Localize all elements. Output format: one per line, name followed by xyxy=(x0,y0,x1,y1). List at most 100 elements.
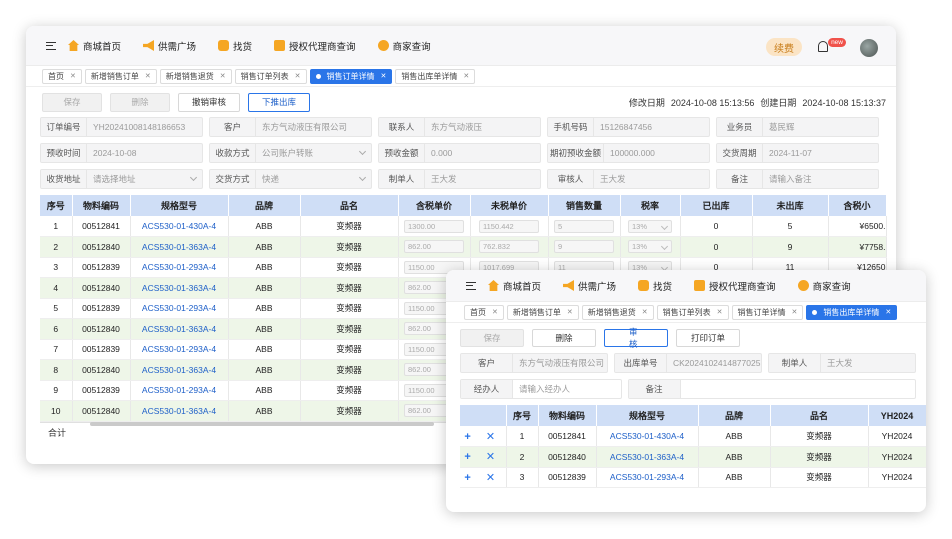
column-header: 品牌 xyxy=(228,195,301,216)
add-remove-icons[interactable]: + ✕ xyxy=(464,451,501,463)
column-header: 品名 xyxy=(770,405,869,426)
shipping-address-select[interactable]: 收货地址 请选择地址 xyxy=(40,169,203,189)
order-number-field[interactable]: 订单编号 YH20241008148186653 xyxy=(40,117,203,137)
salesperson-field[interactable]: 业务员 葛民辉 xyxy=(716,117,879,137)
column-header: 销售数量 xyxy=(548,195,621,216)
new-badge: new xyxy=(828,38,846,47)
chevron-down-icon xyxy=(189,173,198,182)
price-input[interactable]: 1150.442 xyxy=(470,216,549,237)
price-input[interactable]: 762.832 xyxy=(470,236,549,258)
close-icon[interactable]: ✕ xyxy=(792,308,798,316)
table-row[interactable]: + ✕ 2 00512840 ACS530-01-363A-4 ABB 变频器 YH2024 xyxy=(460,446,926,468)
delete-button[interactable]: 删除 xyxy=(110,92,170,112)
tab-home[interactable]: 首页 ✕ xyxy=(42,68,82,84)
table-row[interactable]: 1 00512841 ACS530-01-430A-4 ABB 变频器 1300.00 11… xyxy=(40,216,887,237)
table-cell: 8 xyxy=(40,359,73,381)
renew-button[interactable]: 续费 xyxy=(766,38,802,56)
horizontal-scrollbar[interactable] xyxy=(90,422,434,426)
tab-sales-order-list[interactable]: 销售订单列表 ✕ xyxy=(234,68,307,84)
close-icon[interactable]: ✕ xyxy=(492,308,498,316)
table-row[interactable]: 2 00512840 ACS530-01-363A-4 ABB 变频器 862.00 762… xyxy=(40,236,887,258)
save-button[interactable]: 保存 xyxy=(460,329,524,347)
table-cell: 变频器 xyxy=(300,298,399,319)
close-icon[interactable]: ✕ xyxy=(567,308,573,316)
tab-home[interactable]: 首页 ✕ xyxy=(464,304,504,320)
undo-review-button[interactable]: 撤销审核 xyxy=(178,92,240,112)
table-row[interactable]: + ✕ 1 00512841 ACS530-01-430A-4 ABB 变频器 YH2024 xyxy=(460,426,926,447)
nav-item-merchant-query[interactable]: 商家查询 xyxy=(377,39,431,53)
nav-item-merchant-query[interactable]: 商家查询 xyxy=(797,279,851,293)
tab-sales-order-detail[interactable]: 销售订单详情 ✕ xyxy=(309,68,393,84)
price-input[interactable]: 5 xyxy=(548,216,621,237)
creator-field: 制单人 王大发 xyxy=(768,353,916,373)
row-actions[interactable]: + ✕ xyxy=(460,446,507,468)
close-icon[interactable]: ✕ xyxy=(463,72,469,80)
top-navbar: 商城首页 供需广场 找货 授权代理商查询 商家查询 续费 new xyxy=(26,26,896,66)
nav-item-mall-home[interactable]: 商城首页 xyxy=(488,279,541,293)
remark-input[interactable]: 备注 xyxy=(627,379,916,399)
payment-method-select[interactable]: 收款方式 公司账户转账 xyxy=(209,143,372,163)
nav-item-mall-home[interactable]: 商城首页 xyxy=(68,39,121,53)
delete-button[interactable]: 删除 xyxy=(532,329,596,347)
add-remove-icons[interactable]: + ✕ xyxy=(464,431,501,443)
nav-item-agent-query[interactable]: 授权代理商查询 xyxy=(274,39,356,53)
price-input[interactable]: 9 xyxy=(548,236,621,258)
close-icon[interactable]: ✕ xyxy=(220,72,226,80)
table-cell: 2 xyxy=(506,446,539,468)
table-row[interactable]: + ✕ 3 00512839 ACS530-01-293A-4 ABB 变频器 YH2024 xyxy=(460,467,926,488)
prepay-date-field[interactable]: 预收时间 2024-10-08 xyxy=(40,143,203,163)
customer-field[interactable]: 客户 东方气动液压有限公司 xyxy=(209,117,372,137)
close-icon[interactable]: ✕ xyxy=(295,72,301,80)
avatar[interactable] xyxy=(860,39,878,57)
close-icon[interactable]: ✕ xyxy=(885,308,891,316)
form-row: 经办人 请输入经办人 备注 xyxy=(460,379,916,399)
bell-icon[interactable] xyxy=(818,41,828,52)
tab-outbound-detail[interactable]: 销售出库单详情 ✕ xyxy=(395,68,476,84)
add-remove-icons[interactable]: + ✕ xyxy=(464,472,501,484)
tab-new-sales-order[interactable]: 新增销售订单 ✕ xyxy=(84,68,157,84)
save-button[interactable]: 保存 xyxy=(42,92,102,112)
close-icon[interactable]: ✕ xyxy=(70,72,76,80)
nav-item-find-goods[interactable]: 找货 xyxy=(638,279,672,293)
table-cell: ACS530-01-293A-4 xyxy=(130,339,229,360)
tax-rate-select[interactable]: 13% xyxy=(620,236,681,258)
remark-field[interactable]: 备注 请输入备注 xyxy=(716,169,879,189)
push-outbound-button[interactable]: 下推出库 xyxy=(248,92,310,112)
nav-item-supply-demand[interactable]: 供需广场 xyxy=(143,39,196,53)
print-order-button[interactable]: 打印订单 xyxy=(676,329,740,347)
table-cell: 00512841 xyxy=(538,426,597,447)
delivery-method-select[interactable]: 交货方式 快递 xyxy=(209,169,372,189)
tab-sales-order-list[interactable]: 销售订单列表 ✕ xyxy=(656,304,729,320)
close-icon[interactable]: ✕ xyxy=(642,308,648,316)
close-icon[interactable]: ✕ xyxy=(717,308,723,316)
menu-icon[interactable] xyxy=(466,281,476,290)
close-icon[interactable]: ✕ xyxy=(145,72,151,80)
customer-field[interactable]: 客户 东方气动液压有限公司 xyxy=(460,353,608,373)
close-icon[interactable]: ✕ xyxy=(381,72,387,80)
outbound-number-field[interactable]: 出库单号 CK20241024148770257 xyxy=(614,353,762,373)
nav-item-supply-demand[interactable]: 供需广场 xyxy=(563,279,616,293)
tax-rate-select[interactable]: 13% xyxy=(620,216,681,237)
tab-outbound-detail[interactable]: 销售出库单详情 ✕ xyxy=(806,304,898,320)
row-actions[interactable]: + ✕ xyxy=(460,467,507,488)
tab-new-sales-return[interactable]: 新增销售退货 ✕ xyxy=(581,304,654,320)
row-actions[interactable]: + ✕ xyxy=(460,426,507,447)
prepay-amount-field[interactable]: 预收金额 0.000 xyxy=(378,143,541,163)
initial-prepay-field[interactable]: 期初预收金额 100000.000 xyxy=(547,143,710,163)
nav-item-agent-query[interactable]: 授权代理商查询 xyxy=(694,279,776,293)
active-dot-icon xyxy=(315,73,321,79)
nav-item-find-goods[interactable]: 找货 xyxy=(218,39,252,53)
table-cell: ABB xyxy=(228,359,301,381)
tab-new-sales-order[interactable]: 新增销售订单 ✕ xyxy=(506,304,579,320)
contact-field[interactable]: 联系人 东方气动液压 xyxy=(378,117,541,137)
tab-sales-order-detail[interactable]: 销售订单详情 ✕ xyxy=(731,304,804,320)
review-button[interactable]: 审核 xyxy=(604,327,668,349)
menu-icon[interactable] xyxy=(46,41,56,50)
phone-field[interactable]: 手机号码 15126847456 xyxy=(547,117,710,137)
handler-input[interactable]: 经办人 请输入经办人 xyxy=(460,379,622,399)
tab-new-sales-return[interactable]: 新增销售退货 ✕ xyxy=(159,68,232,84)
column-header: 物料编码 xyxy=(538,405,597,426)
price-input[interactable]: 862.00 xyxy=(398,236,471,258)
delivery-cycle-field[interactable]: 交货周期 2024-11-07 xyxy=(716,143,879,163)
price-input[interactable]: 1300.00 xyxy=(398,216,471,237)
